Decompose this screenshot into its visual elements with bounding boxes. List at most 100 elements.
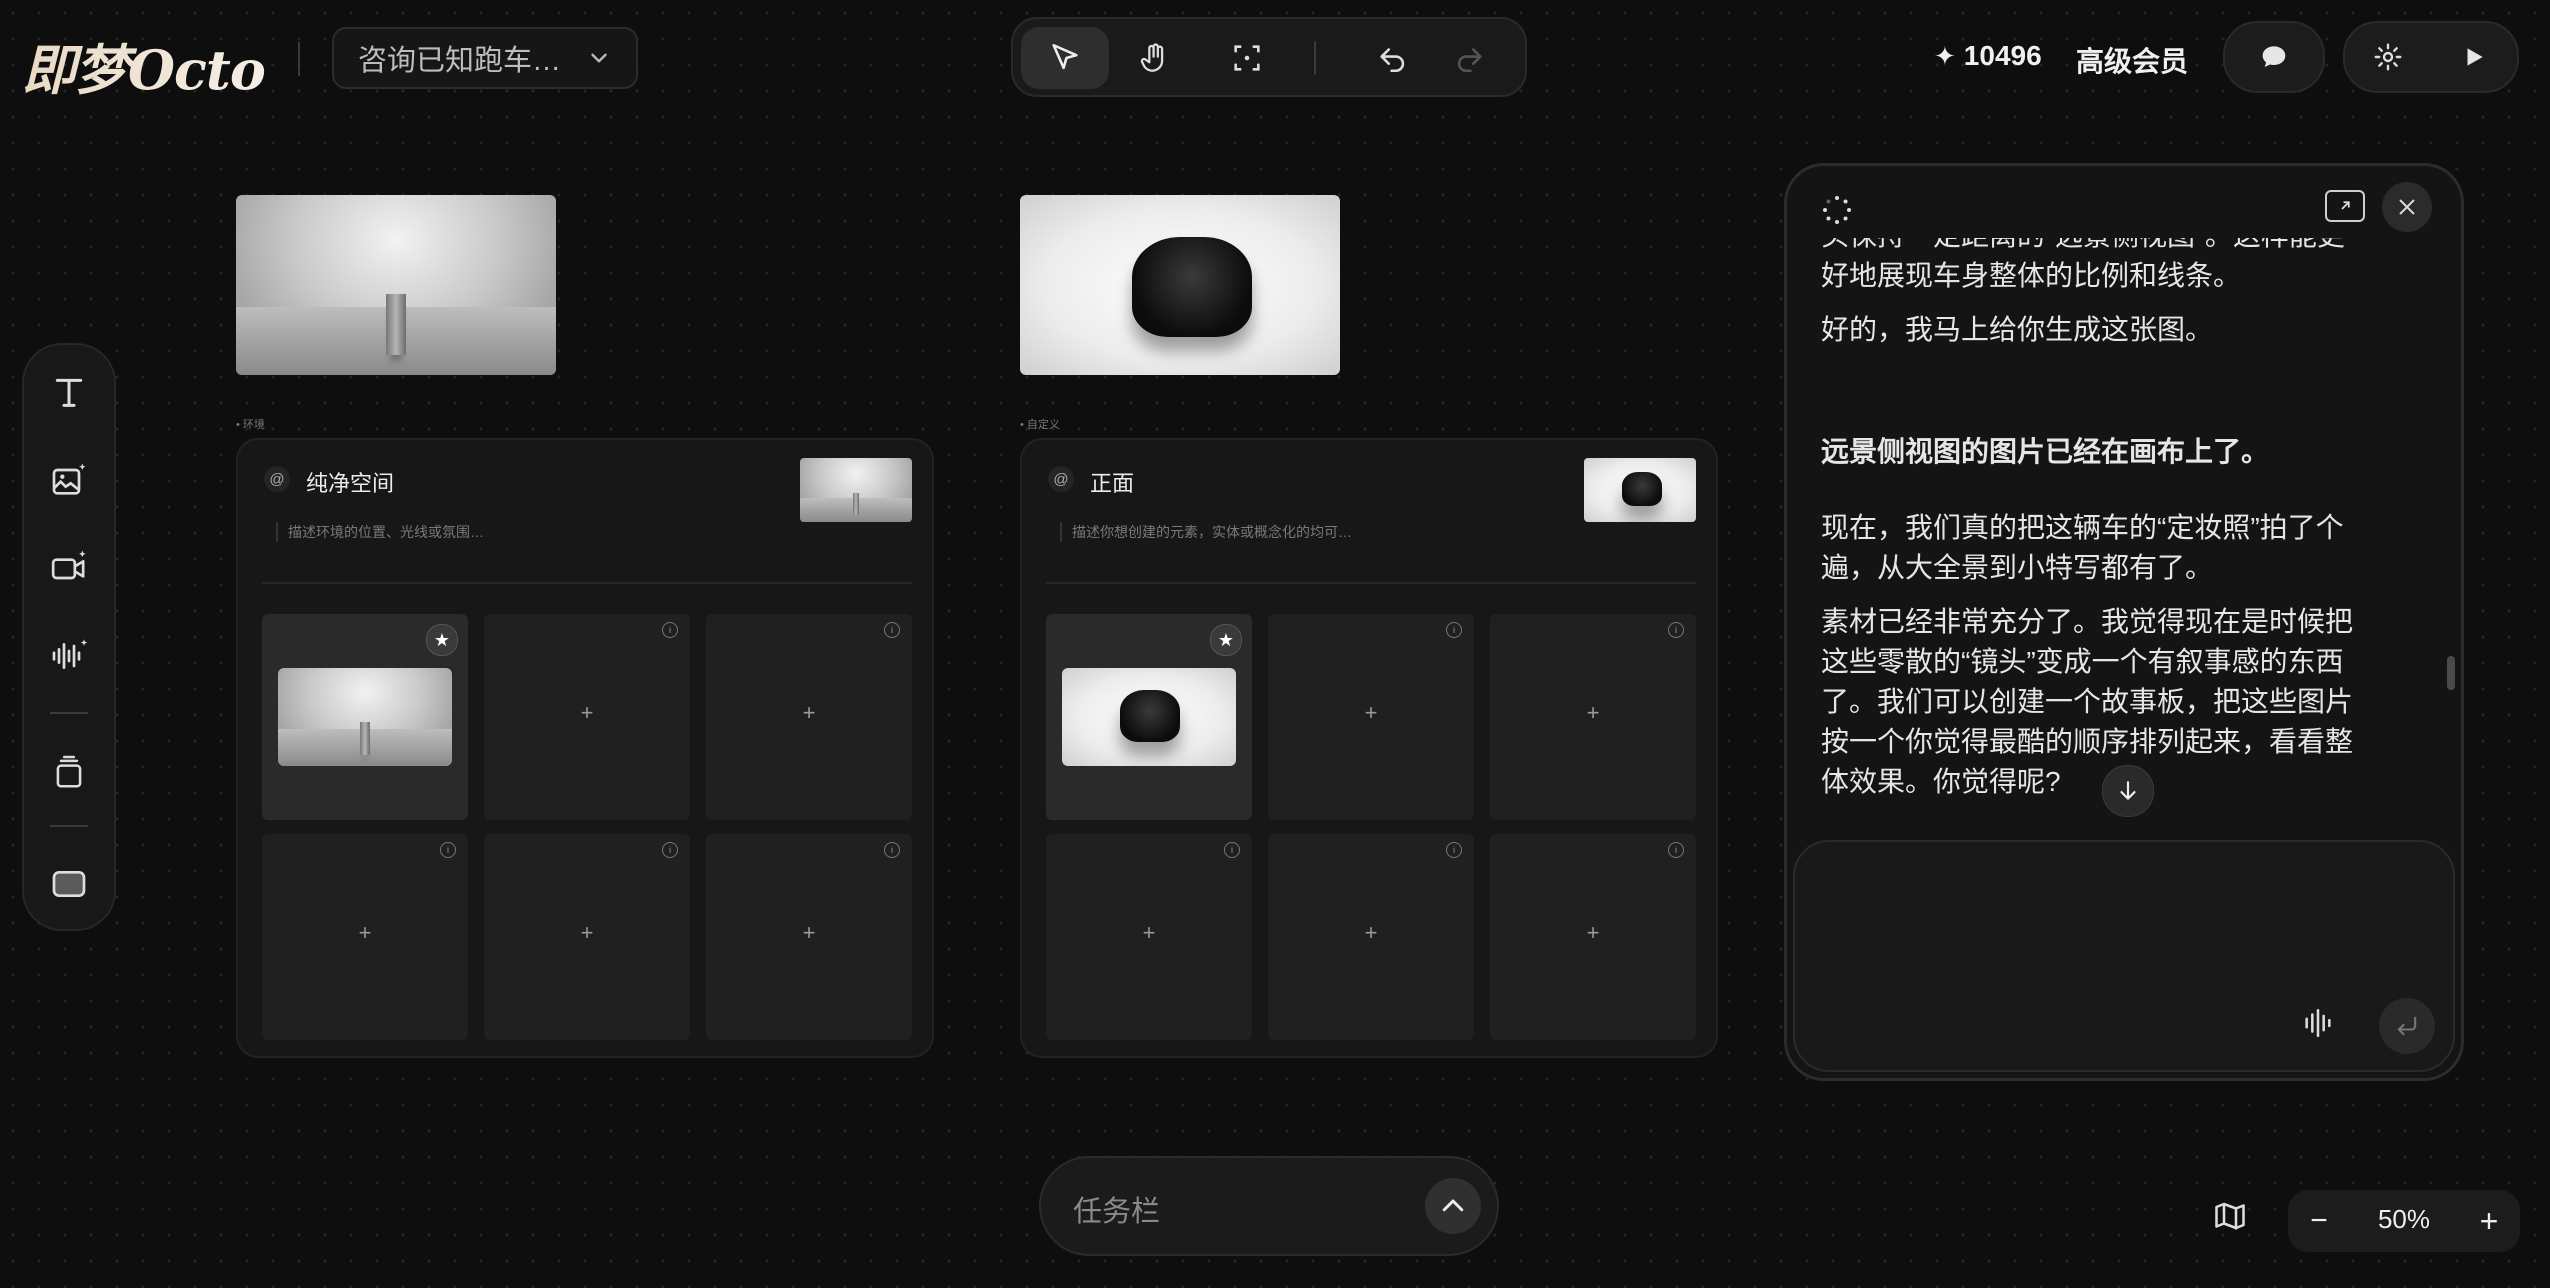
redo-button[interactable] (1425, 27, 1513, 89)
popout-button[interactable] (2325, 190, 2365, 222)
select-tool-button[interactable] (1021, 27, 1109, 89)
car-silhouette (1132, 237, 1252, 337)
frame-button[interactable] (24, 849, 114, 919)
grid-cell[interactable]: i + (1268, 614, 1474, 820)
video-generate-icon (51, 550, 86, 580)
chat-message: 现在，我们真的把这辆车的“定妆照”拍了个 遍，从大全景到小特写都有了。 (1821, 512, 2344, 583)
chat-bubble-icon (2262, 46, 2286, 67)
grid-cell[interactable]: i + (484, 834, 690, 1040)
video-generate-button[interactable] (24, 533, 114, 603)
stack-button[interactable] (24, 737, 114, 807)
frame-icon (52, 871, 86, 897)
panel-description[interactable]: 描述你想创建的元素，实体或概念化的均可… (1060, 522, 1352, 542)
chat-toggle-button[interactable] (2223, 21, 2325, 93)
panel-title: 纯净空间 (306, 471, 395, 496)
chat-scrollbar[interactable] (2447, 656, 2455, 690)
car-front-image[interactable] (1020, 195, 1340, 375)
info-icon[interactable]: i (884, 622, 900, 638)
info-icon[interactable]: i (662, 622, 678, 638)
grid-cell[interactable]: i + (484, 614, 690, 820)
add-icon: + (1364, 920, 1378, 945)
zoom-out-button[interactable]: − (2294, 1196, 2344, 1246)
info-icon[interactable]: i (1668, 842, 1684, 858)
custom-panel[interactable]: @ 正面 描述你想创建的元素，实体或概念化的均可… ★ i + i + i + i + … (1020, 438, 1718, 1058)
chat-message: 好地展现车身整体的比例和线条。 (1821, 260, 2242, 291)
star-icon[interactable]: ★ (426, 624, 458, 656)
project-dropdown[interactable]: 咨询已知跑车… (332, 27, 638, 89)
info-icon[interactable]: i (1446, 842, 1462, 858)
add-icon: + (802, 920, 816, 945)
taskbar-label: 任务栏 (1073, 1196, 1161, 1228)
focus-tool-button[interactable] (1203, 27, 1291, 89)
rail-divider (50, 712, 88, 714)
text-tool-button[interactable] (24, 357, 114, 427)
grid-cell[interactable]: i + (1490, 614, 1696, 820)
info-icon[interactable]: i (1446, 622, 1462, 638)
redo-icon (1457, 48, 1482, 73)
panel-thumbnail[interactable] (800, 458, 912, 522)
grid-cell[interactable]: i + (1046, 834, 1252, 1040)
rail-divider (50, 825, 88, 827)
panel-divider (1046, 582, 1696, 584)
chat-message-list[interactable]: 头保持一定距离的"远景侧视图"。这样能更 好地展现车身整体的比例和线条。 好的，… (1787, 238, 2461, 838)
add-icon: + (580, 700, 594, 725)
play-button[interactable] (2431, 21, 2517, 93)
task-bar[interactable]: 任务栏 (1039, 1156, 1499, 1256)
star-icon[interactable]: ★ (1210, 624, 1242, 656)
info-icon[interactable]: i (440, 842, 456, 858)
undo-button[interactable] (1349, 27, 1437, 89)
panel-divider (262, 582, 912, 584)
grid-cell[interactable]: i + (1268, 834, 1474, 1040)
add-icon: + (802, 700, 816, 725)
chat-input-box[interactable] (1793, 840, 2455, 1072)
app-logo[interactable]: 即梦Octo (22, 26, 266, 105)
minimap-button[interactable] (2212, 1198, 2248, 1239)
info-icon[interactable]: i (662, 842, 678, 858)
close-icon (2399, 199, 2415, 215)
canvas-toolbar (1011, 17, 1527, 97)
zoom-control: − 50% + (2288, 1190, 2520, 1252)
panel-tag: • 自定义 (1020, 419, 1060, 431)
select-cursor-icon (1052, 43, 1078, 70)
grid-cell[interactable]: i + (706, 614, 912, 820)
close-chat-button[interactable] (2382, 182, 2432, 232)
toolbar-divider (1314, 41, 1316, 75)
settings-button[interactable] (2345, 21, 2431, 93)
info-icon[interactable]: i (1224, 842, 1240, 858)
undo-icon (1380, 48, 1405, 73)
grid-cell[interactable]: i + (1490, 834, 1696, 1040)
panel-thumbnail[interactable] (1584, 458, 1696, 522)
hand-tool-button[interactable] (1111, 27, 1199, 89)
environment-image[interactable] (236, 195, 556, 375)
arrow-down-icon (2120, 781, 2136, 800)
enter-icon (2397, 1016, 2417, 1036)
stack-icon (56, 755, 82, 788)
credits-display[interactable]: ✦ 10496 (1934, 40, 2042, 72)
grid-cell[interactable]: i + (262, 834, 468, 1040)
zoom-level[interactable]: 50% (2358, 1204, 2450, 1235)
play-icon (2467, 48, 2483, 66)
grid-cell-selected[interactable]: ★ (262, 614, 468, 820)
panel-description[interactable]: 描述环境的位置、光线或氛围… (276, 522, 484, 542)
add-icon: + (580, 920, 594, 945)
credits-value: 10496 (1963, 40, 2042, 71)
grid-cell[interactable]: i + (706, 834, 912, 1040)
send-button[interactable] (2379, 998, 2435, 1054)
expand-taskbar-button[interactable] (1425, 1178, 1481, 1234)
mention-icon: @ (1048, 466, 1074, 492)
audio-generate-button[interactable] (24, 621, 114, 691)
scroll-to-bottom-button[interactable] (2102, 765, 2154, 817)
image-generate-button[interactable] (24, 445, 114, 515)
environment-panel[interactable]: @ 纯净空间 描述环境的位置、光线或氛围… ★ i + i + i + i + i + (236, 438, 934, 1058)
assistant-chat-panel: 头保持一定距离的"远景侧视图"。这样能更 好地展现车身整体的比例和线条。 好的，… (1784, 163, 2464, 1081)
sparkle-icon: ✦ (1934, 40, 1956, 71)
membership-badge[interactable]: 高级会员 (2076, 40, 2188, 80)
info-icon[interactable]: i (1668, 622, 1684, 638)
cell-image (1062, 668, 1236, 766)
voice-input-icon[interactable] (2301, 1006, 2335, 1040)
add-icon: + (1586, 700, 1600, 725)
grid-cell-selected[interactable]: ★ (1046, 614, 1252, 820)
zoom-in-button[interactable]: + (2464, 1196, 2514, 1246)
cell-image (278, 668, 452, 766)
info-icon[interactable]: i (884, 842, 900, 858)
